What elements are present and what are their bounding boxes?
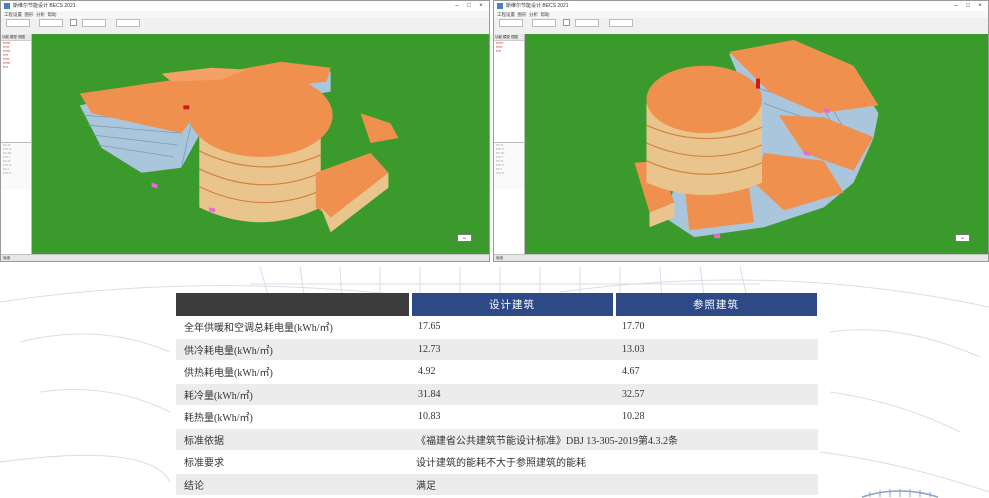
sidebar-tree-item[interactable]: ▪▪▪▪ (1, 65, 31, 69)
sidebar-tab[interactable]: 模型 (503, 35, 510, 39)
reference-value: 17.70 (614, 316, 818, 339)
logo-icon (861, 489, 939, 498)
toolbar-field[interactable] (39, 18, 64, 27)
design-value: 10.83 (410, 405, 614, 429)
menu-item[interactable]: 帮助 (541, 12, 550, 17)
menu-item[interactable]: 分析 (529, 12, 538, 17)
minimize-icon[interactable]: – (950, 1, 962, 11)
toolbar-field[interactable] (115, 18, 140, 27)
maximize-icon[interactable]: □ (962, 1, 974, 11)
window-title: 斯维尔节能设计 BECS 2021 (13, 3, 76, 9)
row-label: 耗热量(kWh/㎡) (176, 405, 410, 429)
minimize-icon[interactable]: – (451, 1, 463, 11)
design-value: 17.65 (410, 316, 614, 339)
toolbar-field[interactable] (82, 18, 107, 27)
sidebar-tab[interactable]: 模型 (10, 35, 17, 39)
design-value: 4.92 (410, 360, 614, 384)
table-row: 耗热量(kWh/㎡) 10.83 10.28 (176, 405, 818, 429)
table-header-row: 设计建筑 参照建筑 (176, 293, 820, 316)
scale-icon[interactable]: ▭ (955, 234, 970, 242)
table-row: 供冷耗电量(kWh/㎡) 12.73 13.03 (176, 338, 818, 361)
toolbar-field[interactable] (532, 18, 557, 27)
toolbar-field[interactable] (575, 18, 600, 27)
header-blank (176, 293, 412, 316)
reference-value: 10.28 (614, 405, 818, 429)
row-label: 标准依据 (176, 428, 410, 451)
statusbar: 就绪 (1, 254, 489, 261)
window-title: 斯维尔节能设计 BECS 2021 (506, 3, 569, 9)
row-label: 耗冷量(kWh/㎡) (176, 383, 410, 406)
table-row: 供热耗电量(kWh/㎡) 4.92 4.67 (176, 360, 818, 384)
app-icon (4, 3, 10, 9)
menu-item[interactable]: 图形 (518, 12, 527, 17)
reference-value: 13.03 (614, 338, 818, 361)
compass-icon (457, 192, 490, 262)
3d-viewport[interactable]: ▭ (525, 34, 988, 255)
statusbar: 就绪 (494, 254, 988, 261)
design-value: 12.73 (410, 338, 614, 361)
row-label: 供冷耗电量(kWh/㎡) (176, 338, 410, 361)
marker (183, 105, 190, 110)
marker (756, 78, 760, 89)
scale-icon[interactable]: ▭ (457, 234, 472, 242)
sidebar-tab[interactable]: 视图 (18, 35, 25, 39)
sidebar-tab[interactable]: 功能 (2, 35, 9, 39)
toolbar-checkbox[interactable] (563, 19, 571, 27)
toolbar-field[interactable] (499, 18, 523, 27)
reference-value: 4.67 (614, 360, 818, 384)
sidebar-tab[interactable]: 功能 (495, 35, 502, 39)
building-model (79, 61, 399, 233)
left-sidebar: 功能 模型 视图 ▪▪▪▪▪▪ ▪▪▪▪▪ ▪▪▪▪▪▪ ▪▪▪▪ ▪▪▪▪▪ … (1, 34, 32, 255)
3d-viewport[interactable]: ▭ (32, 34, 489, 255)
conclusion-value: 满足 (410, 473, 818, 496)
building-model (634, 39, 879, 239)
toolbar-field[interactable] (608, 18, 633, 27)
menu-item[interactable]: 工程设置 (4, 12, 22, 17)
toolbar-checkbox[interactable] (70, 19, 78, 27)
menu-item[interactable]: 图形 (25, 12, 34, 17)
property-row[interactable]: ▫▫▫▫ ▫▫ (494, 171, 524, 175)
app-icon (497, 3, 503, 9)
design-value: 31.84 (410, 383, 614, 406)
sidebar-tree-item[interactable]: ▪▪▪▪ (494, 49, 524, 53)
left-sidebar: 功能 模型 视图 ▪▪▪▪▪▪ ▪▪▪▪▪ ▪▪▪▪ ▫▫▫ ▫▫ ▫▫▫▫ ▫… (494, 34, 525, 255)
close-icon[interactable]: × (475, 1, 487, 11)
sidebar-tabs: 功能 模型 视图 (494, 34, 524, 41)
compass-icon (955, 192, 989, 262)
row-label: 结论 (176, 473, 410, 496)
menu-item[interactable]: 分析 (36, 12, 45, 17)
window-controls: – □ × (950, 1, 986, 11)
header-reference-building: 参照建筑 (614, 293, 820, 316)
table-row: 全年供暖和空调总耗电量(kWh/㎡) 17.65 17.70 (176, 316, 818, 339)
row-label: 供热耗电量(kWh/㎡) (176, 360, 410, 384)
toolbar-field[interactable] (6, 18, 30, 27)
left-software-window: 斯维尔节能设计 BECS 2021 – □ × 工程设置 图形 分析 帮助 功能 模… (0, 0, 490, 262)
sidebar-tab[interactable]: 视图 (511, 35, 518, 39)
table-row-standard-requirement: 标准要求 设计建筑的能耗不大于参照建筑的能耗 (176, 450, 818, 474)
sidebar-properties-panel: ▫▫▫ ▫▫ ▫▫▫▫ ▫▫ ▫▫▫ ▫▫▫ ▫▫▫▫ ▫ ▫▫▫ ▫▫ ▫▫▫… (1, 142, 31, 189)
table-row-conclusion: 结论 满足 (176, 473, 818, 496)
close-icon[interactable]: × (974, 1, 986, 11)
maximize-icon[interactable]: □ (463, 1, 475, 11)
standard-basis-value: 《福建省公共建筑节能设计标准》DBJ 13-305-2019第4.3.2条 (410, 428, 818, 451)
right-software-window: 斯维尔节能设计 BECS 2021 – □ × 工程设置 图形 分析 帮助 功能 模… (493, 0, 989, 262)
menu-item[interactable]: 帮助 (48, 12, 57, 17)
sidebar-tabs: 功能 模型 视图 (1, 34, 31, 41)
header-design-building: 设计建筑 (410, 293, 616, 316)
table-row: 耗冷量(kWh/㎡) 31.84 32.57 (176, 383, 818, 406)
sidebar-properties-panel: ▫▫▫ ▫▫ ▫▫▫▫ ▫▫ ▫▫▫ ▫▫▫ ▫▫▫▫ ▫ ▫▫▫ ▫▫ ▫▫▫… (494, 142, 524, 189)
row-label: 全年供暖和空调总耗电量(kWh/㎡) (176, 316, 410, 339)
property-row[interactable]: ▫▫▫▫ ▫▫ (1, 171, 31, 175)
energy-comparison-table: 设计建筑 参照建筑 全年供暖和空调总耗电量(kWh/㎡) 17.65 17.70… (176, 293, 820, 496)
row-label: 标准要求 (176, 450, 410, 474)
menubar: 工程设置 图形 分析 帮助 (1, 11, 489, 18)
standard-requirement-value: 设计建筑的能耗不大于参照建筑的能耗 (410, 450, 818, 474)
menubar: 工程设置 图形 分析 帮助 (494, 11, 988, 18)
table-row-standard-basis: 标准依据 《福建省公共建筑节能设计标准》DBJ 13-305-2019第4.3.… (176, 428, 818, 451)
window-controls: – □ × (451, 1, 487, 11)
menu-item[interactable]: 工程设置 (497, 12, 515, 17)
reference-value: 32.57 (614, 383, 818, 406)
